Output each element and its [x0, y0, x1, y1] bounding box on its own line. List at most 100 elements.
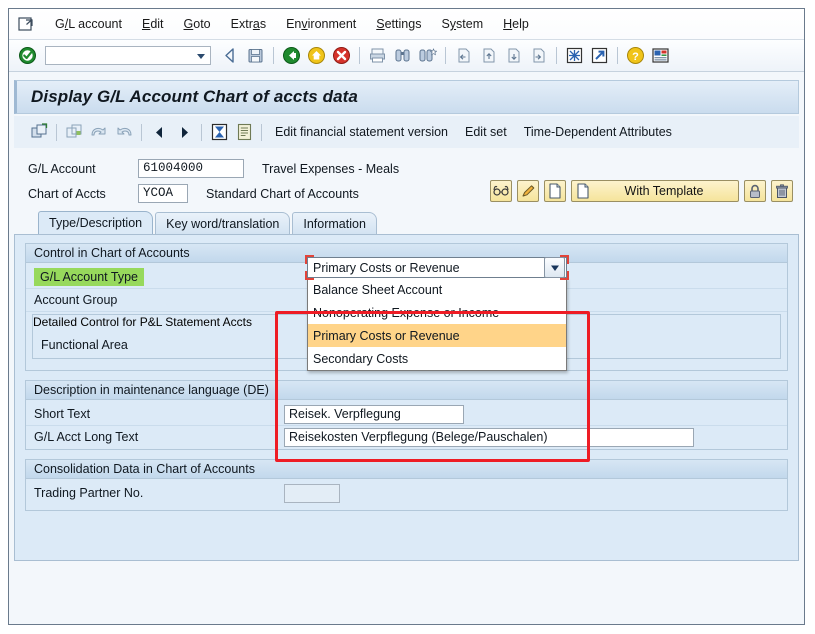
menu-bar: G/L account Edit Goto Extras Environment…	[9, 9, 804, 40]
menu-item-environment[interactable]: Environment	[276, 14, 366, 34]
consolidation-group: Consolidation Data in Chart of Accounts …	[25, 459, 788, 511]
app-toolbar-separator	[56, 123, 57, 141]
save-icon[interactable]	[245, 45, 266, 66]
consolidation-group-body: Trading Partner No.	[26, 479, 787, 508]
next-account-icon[interactable]	[173, 122, 195, 142]
delete-button[interactable]	[771, 180, 793, 202]
menu-item-goto[interactable]: Goto	[174, 14, 221, 34]
menu-item-help[interactable]: Help	[493, 14, 539, 34]
lock-icon	[750, 184, 760, 198]
app-toolbar-separator	[201, 123, 202, 141]
chart-of-accts-label: Chart of Accts	[28, 186, 106, 201]
edit-financial-statement-version-button[interactable]: Edit financial statement version	[268, 122, 455, 142]
description-group-body: Short Text Reisek. Verpflegung G/L Acct …	[26, 400, 787, 452]
chart-of-accts-description: Standard Chart of Accounts	[206, 186, 359, 201]
chevron-down-icon	[197, 53, 205, 59]
dropdown-option-balance-sheet-account[interactable]: Balance Sheet Account	[308, 278, 566, 301]
pencil-icon	[522, 184, 535, 196]
toolbar-separator	[273, 47, 274, 64]
display-change-icon[interactable]	[28, 122, 50, 142]
find-icon[interactable]	[392, 45, 413, 66]
focus-corner-mark	[305, 255, 314, 264]
menu-item-gl-account[interactable]: G/L account	[45, 14, 132, 34]
long-text-input[interactable]: Reisekosten Verpflegung (Belege/Pauschal…	[284, 427, 694, 447]
window-title-bar: Display G/L Account Chart of accts data	[14, 80, 799, 114]
previous-account-icon[interactable]	[148, 122, 170, 142]
menu-item-edit[interactable]: Edit	[132, 14, 174, 34]
header-fields: G/L Account 61004000 Travel Expenses - M…	[14, 152, 799, 204]
notes-icon[interactable]	[233, 122, 255, 142]
short-text-input[interactable]: Reisek. Verpflegung	[284, 404, 464, 424]
next-page-icon[interactable]	[503, 45, 524, 66]
tab-key-word-translation[interactable]: Key word/translation	[155, 212, 291, 234]
page-icon	[549, 183, 561, 199]
toolbar-separator	[556, 47, 557, 64]
check-icon[interactable]	[208, 122, 230, 142]
find-next-icon[interactable]	[417, 45, 438, 66]
dropdown-option-nonoperating-expense-or-income[interactable]: Nonoperating Expense or Income	[308, 301, 566, 324]
tab-strip: Type/Description Key word/translation In…	[14, 210, 799, 234]
gl-account-label: G/L Account	[28, 161, 96, 176]
new-session-icon[interactable]	[564, 45, 585, 66]
other-gl-account-icon[interactable]	[63, 122, 85, 142]
last-page-icon[interactable]	[528, 45, 549, 66]
trading-partner-input[interactable]	[284, 483, 340, 503]
print-icon[interactable]	[367, 45, 388, 66]
description-group-heading: Description in maintenance language (DE)	[26, 381, 787, 400]
toolbar-separator	[617, 47, 618, 64]
gl-account-type-combo[interactable]: Primary Costs or Revenue	[305, 255, 569, 280]
menu-item-system[interactable]: System	[431, 14, 493, 34]
gl-account-input[interactable]: 61004000	[138, 159, 244, 178]
create-shortcut-icon[interactable]	[589, 45, 610, 66]
customize-local-layout-icon[interactable]	[650, 45, 671, 66]
undo-icon[interactable]	[88, 122, 110, 142]
page-title: Display G/L Account Chart of accts data	[31, 87, 358, 106]
menu-item-extras[interactable]: Extras	[221, 14, 276, 34]
consolidation-group-heading: Consolidation Data in Chart of Accounts	[26, 460, 787, 479]
command-field[interactable]	[45, 46, 211, 65]
home-icon[interactable]	[306, 45, 327, 66]
dropdown-option-primary-costs-or-revenue[interactable]: Primary Costs or Revenue	[308, 324, 566, 347]
focus-corner-mark	[305, 271, 314, 280]
edit-set-button[interactable]: Edit set	[458, 122, 514, 142]
time-dependent-attributes-button[interactable]: Time-Dependent Attributes	[517, 122, 679, 142]
account-group-label: Account Group	[34, 293, 118, 307]
chart-of-accts-input[interactable]: YCOA	[138, 184, 188, 203]
long-text-row: G/L Acct Long Text Reisekosten Verpflegu…	[26, 426, 787, 448]
exit-icon[interactable]	[281, 45, 302, 66]
tab-content-panel: Control in Chart of Accounts G/L Account…	[14, 234, 799, 561]
with-template-button[interactable]: With Template	[571, 180, 739, 202]
sap-gui-window: G/L account Edit Goto Extras Environment…	[8, 8, 805, 625]
gl-account-type-value: Primary Costs or Revenue	[313, 260, 460, 275]
menu-item-settings[interactable]: Settings	[366, 14, 431, 34]
help-icon[interactable]: ?	[625, 45, 646, 66]
gl-account-description: Travel Expenses - Meals	[262, 161, 400, 176]
gl-account-type-label: G/L Account Type	[34, 268, 144, 286]
back-arrow-icon[interactable]	[220, 45, 241, 66]
toolbar-separator	[359, 47, 360, 64]
trading-partner-row: Trading Partner No.	[26, 482, 787, 504]
short-text-label: Short Text	[34, 407, 91, 421]
redo-icon[interactable]	[113, 122, 135, 142]
change-button[interactable]	[517, 180, 539, 202]
first-page-icon[interactable]	[453, 45, 474, 66]
block-button[interactable]	[744, 180, 766, 202]
tab-information[interactable]: Information	[292, 212, 377, 234]
dropdown-option-secondary-costs[interactable]: Secondary Costs	[308, 347, 566, 370]
previous-page-icon[interactable]	[478, 45, 499, 66]
cancel-icon[interactable]	[331, 45, 352, 66]
focus-corner-mark	[560, 255, 569, 264]
svg-text:?: ?	[632, 51, 639, 63]
app-toolbar-separator	[261, 123, 262, 141]
enter-checkmark-icon[interactable]	[17, 45, 38, 66]
standard-toolbar: ?	[9, 40, 804, 72]
app-toolbar-separator	[141, 123, 142, 141]
system-menu-icon[interactable]	[17, 15, 35, 33]
edit-set-icon-button[interactable]	[490, 180, 512, 202]
gl-account-type-label-wrap: G/L Account Type	[34, 268, 284, 286]
focus-corner-mark	[560, 271, 569, 280]
create-button[interactable]	[544, 180, 566, 202]
with-template-label: With Template	[624, 184, 704, 198]
tab-type-description[interactable]: Type/Description	[38, 211, 154, 234]
glasses-icon	[493, 185, 509, 196]
